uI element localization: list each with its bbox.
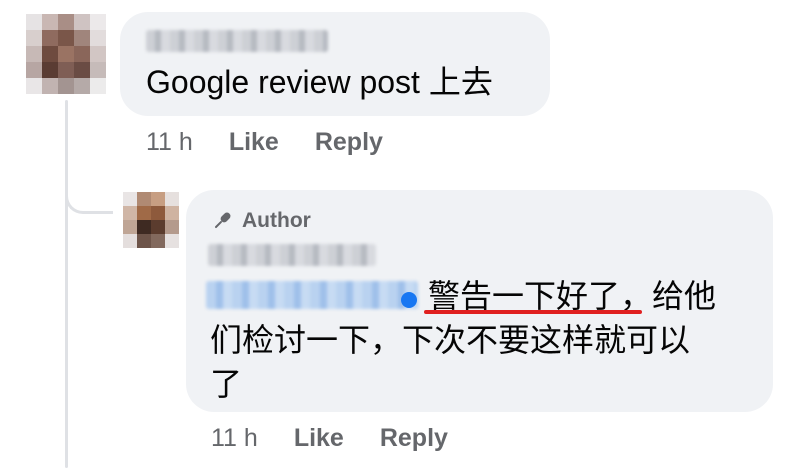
author-badge-label: Author [242,209,311,232]
avatar-pixel [137,192,151,206]
avatar-pixel [74,30,90,46]
comment-timestamp[interactable]: 11 h [146,128,193,157]
avatar-pixel [74,14,90,30]
avatar-pixel [42,62,58,78]
avatar-pixel [137,206,151,220]
avatar-pixel [58,78,74,94]
avatar-pixel [26,62,42,78]
avatar-pixel [165,234,179,248]
avatar-pixel [90,14,106,30]
avatar-pixel [74,46,90,62]
avatar-pixel [123,206,137,220]
commenter-name[interactable] [146,30,328,52]
mention-link[interactable] [206,281,418,309]
avatar-pixel [26,30,42,46]
avatar-pixel [74,62,90,78]
like-button[interactable]: Like [229,128,279,157]
reply-actions: 11 h Like Reply [211,424,448,453]
red-underline [424,310,642,314]
avatar-pixel [137,234,151,248]
avatar-pixel [90,30,106,46]
avatar-pixel [42,30,58,46]
avatar-pixel [58,14,74,30]
avatar-pixel [151,234,165,248]
comment-actions: 11 h Like Reply [146,128,383,157]
avatar-pixel [123,192,137,206]
reply-button[interactable]: Reply [380,424,448,453]
avatar-pixel [90,46,106,62]
avatar[interactable] [26,14,106,94]
avatar-pixel [165,220,179,234]
avatar-pixel [165,192,179,206]
avatar-pixel [151,220,165,234]
avatar-pixel [26,14,42,30]
thread-line [65,100,68,468]
comment-text: Google review post 上去 [146,64,493,100]
avatar-pixel [151,206,165,220]
avatar-pixel [58,46,74,62]
avatar-pixel [42,46,58,62]
avatar-pixel [58,62,74,78]
avatar-pixel [26,46,42,62]
avatar-pixel [165,206,179,220]
thread-branch [65,172,113,214]
avatar-pixel [123,234,137,248]
avatar-pixel [74,78,90,94]
avatar-pixel [90,78,106,94]
reply-button[interactable]: Reply [315,128,383,157]
reply-text-line: 了 [210,366,243,402]
avatar-pixel [58,30,74,46]
avatar-pixel [42,14,58,30]
avatar-pixel [90,62,106,78]
author-name[interactable] [208,244,376,266]
reply-timestamp[interactable]: 11 h [211,424,258,453]
avatar-pixel [123,220,137,234]
reply-text-line: 们检讨一下，下次不要这样就可以 [210,322,691,358]
microphone-icon [214,212,231,229]
avatar-pixel [26,78,42,94]
avatar-pixel [137,220,151,234]
verified-icon [401,292,417,308]
avatar-pixel [42,78,58,94]
author-badge: Author [210,206,311,236]
avatar-pixel [151,192,165,206]
like-button[interactable]: Like [294,424,344,453]
author-avatar[interactable] [123,192,179,248]
